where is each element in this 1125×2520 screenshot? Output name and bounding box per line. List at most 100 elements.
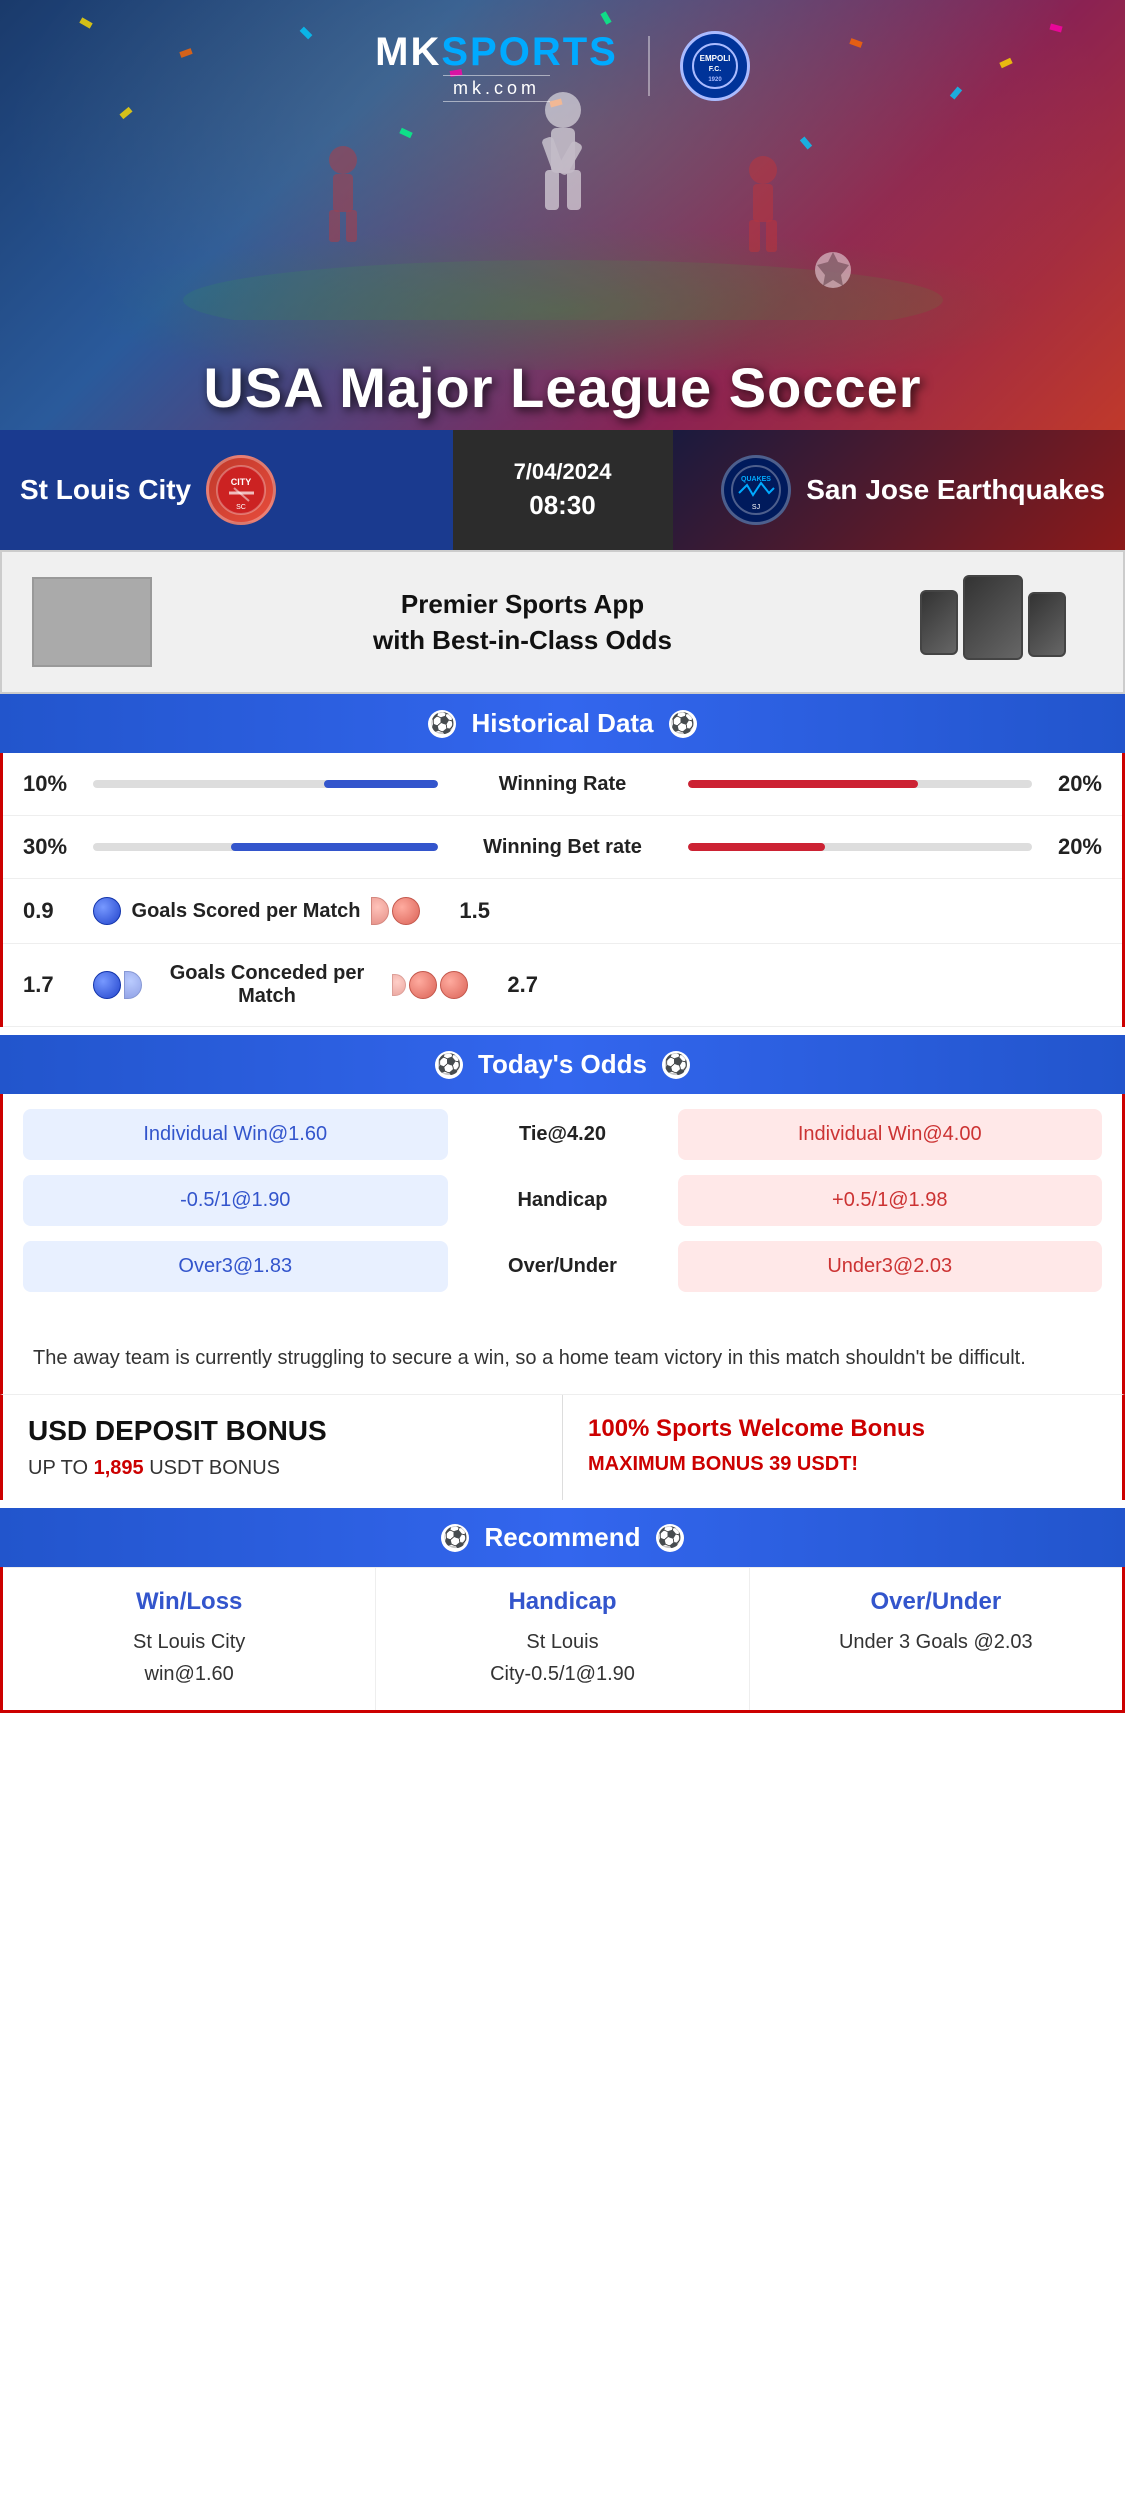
recommend-title: Recommend bbox=[484, 1522, 640, 1553]
red-ball-1 bbox=[371, 897, 389, 925]
winning-bet-bar-left bbox=[93, 843, 438, 851]
phone-small-2 bbox=[1028, 592, 1066, 657]
bonus-right-sub: MAXIMUM BONUS 39 USDT! bbox=[588, 1453, 1097, 1476]
goals-conceded-icons-left bbox=[93, 971, 142, 999]
blue-ball-1 bbox=[93, 897, 121, 925]
winning-bet-right: 20% bbox=[1042, 834, 1102, 860]
historical-data-section: 10% Winning Rate 20% 30% Winning Bet rat… bbox=[0, 753, 1125, 1027]
odds-row-ou: Over3@1.83 Over/Under Under3@2.03 bbox=[23, 1241, 1102, 1292]
odds-ou-label: Over/Under bbox=[463, 1255, 663, 1278]
away-team-badge: QUAKES SJ bbox=[721, 455, 791, 525]
hero-banner: MKSPORTS mk.com EMPOLI F.C. 1920 bbox=[0, 0, 1125, 430]
app-promo-text: Premier Sports App with Best-in-Class Od… bbox=[172, 586, 873, 659]
svg-text:SJ: SJ bbox=[752, 504, 760, 511]
winning-rate-bars-right bbox=[688, 780, 1033, 788]
odds-row-handicap: -0.5/1@1.90 Handicap +0.5/1@1.98 bbox=[23, 1175, 1102, 1226]
red-ball-3c bbox=[440, 971, 468, 999]
svg-text:EMPOLI: EMPOLI bbox=[700, 54, 731, 63]
blue-ball-2b bbox=[124, 971, 142, 999]
svg-text:SC: SC bbox=[236, 504, 246, 511]
winning-rate-bars bbox=[93, 780, 438, 788]
red-ball-2 bbox=[392, 897, 420, 925]
goals-scored-label: Goals Scored per Match bbox=[131, 900, 361, 923]
odds-under[interactable]: Under3@2.03 bbox=[678, 1241, 1103, 1292]
recommend-section-header: ⚽ Recommend ⚽ bbox=[0, 1508, 1125, 1567]
goals-conceded-right-val: 2.7 bbox=[478, 972, 538, 998]
winning-rate-right: 20% bbox=[1042, 771, 1102, 797]
goals-conceded-label: Goals Conceded per Match bbox=[152, 962, 382, 1008]
soccer-ball-icon-left: ⚽ bbox=[428, 710, 456, 738]
odds-title: Today's Odds bbox=[478, 1049, 647, 1080]
stat-row-goals-scored: 0.9 Goals Scored per Match 1.5 bbox=[3, 879, 1122, 944]
goals-scored-right-val: 1.5 bbox=[430, 898, 490, 924]
goals-scored-icons-right bbox=[371, 897, 420, 925]
odds-handicap-right[interactable]: +0.5/1@1.98 bbox=[678, 1175, 1103, 1226]
bonus-right-amount: 39 bbox=[769, 1453, 791, 1475]
winning-bet-bars bbox=[93, 843, 438, 851]
phone-tablet bbox=[963, 575, 1023, 660]
app-phones-display bbox=[893, 572, 1093, 672]
goals-conceded-icons-right bbox=[392, 971, 468, 999]
players-svg bbox=[163, 70, 963, 320]
app-promo-section: Premier Sports App with Best-in-Class Od… bbox=[0, 550, 1125, 694]
goals-scored-left-val: 0.9 bbox=[23, 898, 83, 924]
recommend-handicap-title: Handicap bbox=[396, 1588, 728, 1616]
recommend-ball-icon-left: ⚽ bbox=[441, 1524, 469, 1552]
analysis-section: The away team is currently struggling to… bbox=[0, 1322, 1125, 1395]
hero-title: USA Major League Soccer bbox=[0, 355, 1125, 420]
recommend-ou-title: Over/Under bbox=[770, 1588, 1102, 1616]
recommend-data-section: Win/Loss St Louis City win@1.60 Handicap… bbox=[0, 1567, 1125, 1713]
winning-bet-fill-right bbox=[688, 843, 826, 851]
blue-ball-2a bbox=[93, 971, 121, 999]
recommend-handicap-detail: St Louis City-0.5/1@1.90 bbox=[396, 1626, 728, 1690]
svg-text:CITY: CITY bbox=[230, 477, 251, 487]
winning-rate-left: 10% bbox=[23, 771, 83, 797]
home-team-badge: CITY SC bbox=[206, 455, 276, 525]
analysis-text: The away team is currently struggling to… bbox=[33, 1347, 1026, 1369]
winning-rate-bar-left bbox=[93, 780, 438, 788]
app-promo-image bbox=[32, 577, 152, 667]
home-team-name: St Louis City bbox=[20, 474, 191, 506]
winning-bet-bar-right bbox=[688, 843, 1033, 851]
players-background bbox=[0, 70, 1125, 370]
svg-text:QUAKES: QUAKES bbox=[741, 476, 771, 483]
recommend-ball-icon-right: ⚽ bbox=[656, 1524, 684, 1552]
historical-title: Historical Data bbox=[471, 708, 653, 739]
phone-small bbox=[920, 590, 958, 655]
odds-away-win[interactable]: Individual Win@4.00 bbox=[678, 1109, 1103, 1160]
odds-handicap-left[interactable]: -0.5/1@1.90 bbox=[23, 1175, 448, 1226]
bonus-right-title: 100% Sports Welcome Bonus bbox=[588, 1415, 1097, 1443]
recommend-col-handicap: Handicap St Louis City-0.5/1@1.90 bbox=[376, 1568, 749, 1710]
recommend-ou-detail: Under 3 Goals @2.03 bbox=[770, 1626, 1102, 1658]
bonus-left-sub: UP TO 1,895 USDT BONUS bbox=[28, 1457, 537, 1480]
winning-rate-fill-right bbox=[688, 780, 919, 788]
odds-data-section: Individual Win@1.60 Tie@4.20 Individual … bbox=[0, 1094, 1125, 1322]
stat-row-goals-conceded: 1.7 Goals Conceded per Match 2.7 bbox=[3, 944, 1122, 1027]
odds-section-header: ⚽ Today's Odds ⚽ bbox=[0, 1035, 1125, 1094]
odds-home-win[interactable]: Individual Win@1.60 bbox=[23, 1109, 448, 1160]
soccer-ball-icon-right: ⚽ bbox=[669, 710, 697, 738]
recommend-winloss-detail: St Louis City win@1.60 bbox=[23, 1626, 355, 1690]
bonus-left-title: USD DEPOSIT BONUS bbox=[28, 1415, 537, 1447]
winning-rate-fill-left bbox=[324, 780, 438, 788]
sports-text: SPORTS bbox=[441, 30, 617, 74]
stat-row-winning-bet: 30% Winning Bet rate 20% bbox=[3, 816, 1122, 879]
bonus-left-panel: USD DEPOSIT BONUS UP TO 1,895 USDT BONUS bbox=[3, 1395, 563, 1500]
away-team-section: QUAKES SJ San Jose Earthquakes bbox=[673, 430, 1125, 550]
odds-handicap-label: Handicap bbox=[463, 1189, 663, 1212]
home-team-section: St Louis City CITY SC bbox=[0, 430, 453, 550]
recommend-winloss-title: Win/Loss bbox=[23, 1588, 355, 1616]
recommend-grid: Win/Loss St Louis City win@1.60 Handicap… bbox=[3, 1567, 1122, 1710]
recommend-col-ou: Over/Under Under 3 Goals @2.03 bbox=[750, 1568, 1122, 1710]
red-ball-3a bbox=[392, 974, 406, 996]
odds-tie-label: Tie@4.20 bbox=[463, 1123, 663, 1146]
odds-over[interactable]: Over3@1.83 bbox=[23, 1241, 448, 1292]
winning-bet-fill-left bbox=[231, 843, 438, 851]
match-date: 7/04/2024 bbox=[514, 459, 612, 485]
away-team-name: San Jose Earthquakes bbox=[806, 474, 1105, 506]
recommend-col-winloss: Win/Loss St Louis City win@1.60 bbox=[3, 1568, 376, 1710]
winning-rate-label: Winning Rate bbox=[448, 773, 678, 796]
winning-bet-left: 30% bbox=[23, 834, 83, 860]
match-header: St Louis City CITY SC 7/04/2024 08:30 QU… bbox=[0, 430, 1125, 550]
mk-text: MK bbox=[375, 30, 441, 74]
